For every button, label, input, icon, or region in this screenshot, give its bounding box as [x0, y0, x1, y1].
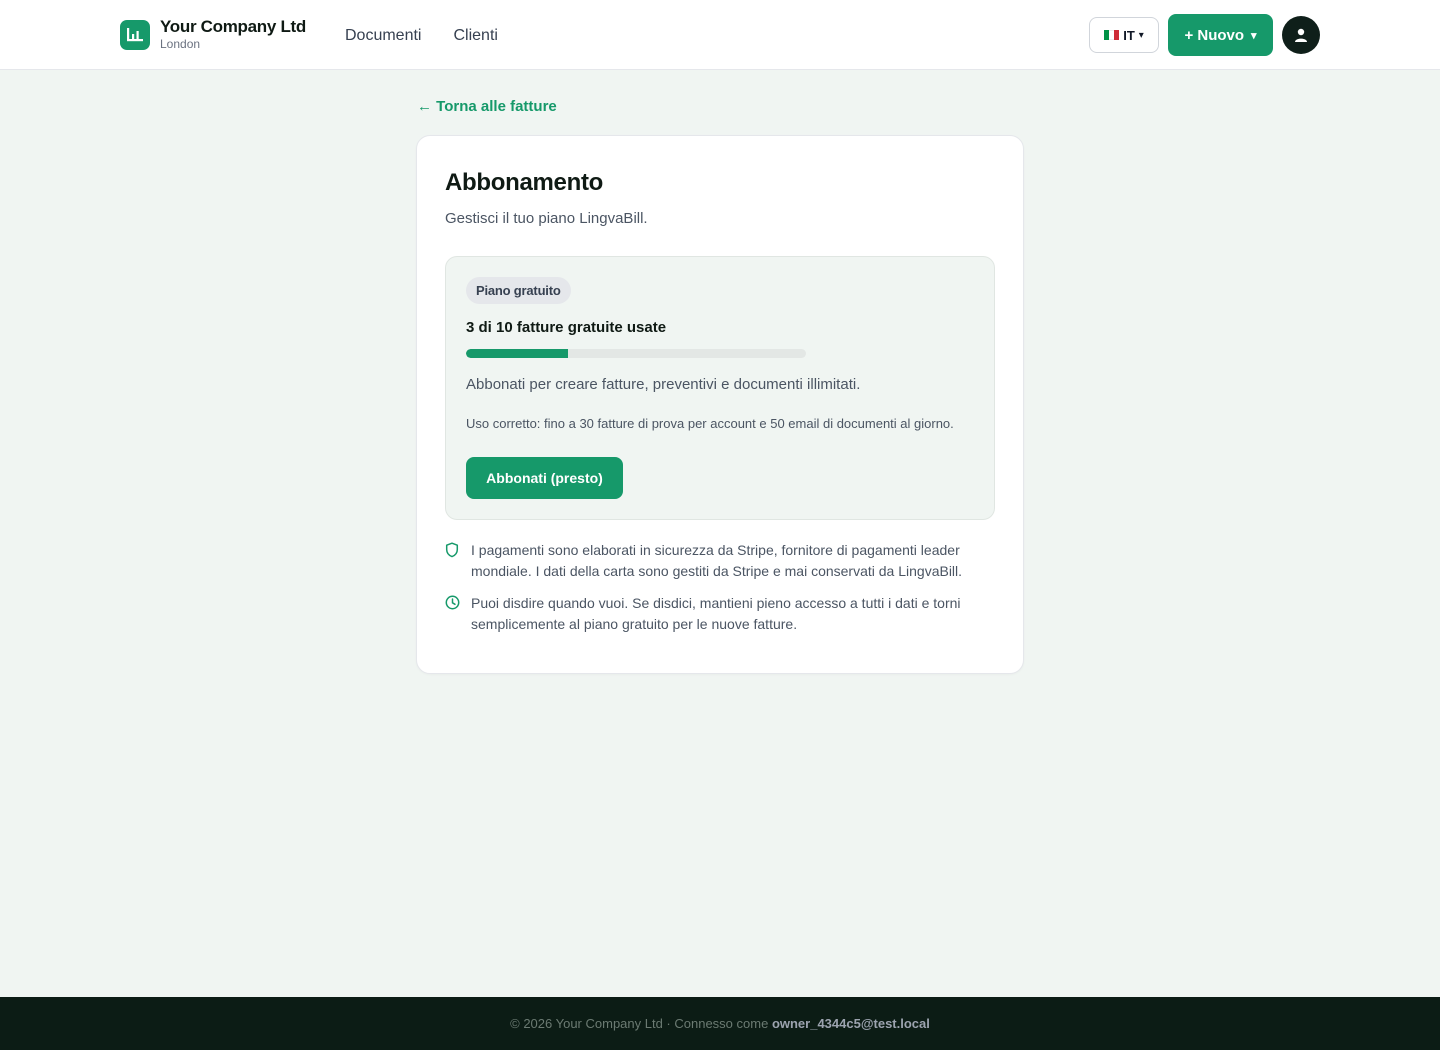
company-name: Your Company Ltd [160, 17, 306, 36]
subscribe-button[interactable]: Abbonati (presto) [466, 457, 623, 499]
language-code: IT [1123, 27, 1135, 43]
info-cancel-text: Puoi disdire quando vuoi. Se disdici, ma… [471, 595, 961, 632]
plan-box: Piano gratuito 3 di 10 fatture gratuite … [445, 256, 995, 520]
brand[interactable]: Your Company Ltd London [120, 17, 306, 53]
footer: © 2026 Your Company Ltd · Connesso come … [0, 997, 1440, 1050]
chevron-down-icon: ▾ [1251, 29, 1257, 42]
company-city: London [160, 37, 201, 51]
nav-documenti[interactable]: Documenti [345, 26, 421, 46]
chevron-down-icon: ▾ [1138, 29, 1144, 41]
subscription-card: Abbonamento Gestisci il tuo piano Lingva… [416, 135, 1024, 674]
clock-icon [445, 593, 471, 635]
new-button-label: + Nuovo [1184, 26, 1245, 44]
page-title: Abbonamento [445, 169, 604, 196]
footer-text: © 2026 Your Company Ltd · Connesso come [510, 1016, 769, 1031]
top-bar: Your Company Ltd London Documenti Client… [0, 0, 1440, 70]
plan-badge: Piano gratuito [466, 277, 571, 304]
fair-use-note: Uso corretto: fino a 30 fatture di prova… [466, 416, 954, 431]
italy-flag-icon [1104, 30, 1120, 40]
usage-progress-bar [466, 349, 806, 358]
user-icon [1295, 28, 1307, 42]
user-avatar[interactable] [1282, 16, 1320, 54]
nav-clienti[interactable]: Clienti [453, 26, 497, 46]
back-to-invoices-link[interactable]: ← Torna alle fatture [417, 97, 557, 117]
language-selector[interactable]: IT ▾ [1089, 17, 1159, 53]
usage-text: 3 di 10 fatture gratuite usate [466, 319, 667, 336]
chart-logo-icon [120, 20, 150, 50]
info-stripe-text: I pagamenti sono elaborati in sicurezza … [471, 542, 963, 579]
usage-progress-fill [466, 349, 568, 358]
info-stripe: I pagamenti sono elaborati in sicurezza … [445, 540, 997, 582]
page-subtitle: Gestisci il tuo piano LingvaBill. [445, 210, 648, 227]
info-cancel: Puoi disdire quando vuoi. Se disdici, ma… [445, 593, 997, 635]
new-button[interactable]: + Nuovo ▾ [1168, 14, 1273, 56]
footer-email: owner_4344c5@test.local [771, 1016, 930, 1031]
shield-icon [445, 540, 471, 582]
plan-description: Abbonati per creare fatture, preventivi … [466, 376, 861, 393]
main-nav: Documenti Clienti [345, 26, 498, 46]
